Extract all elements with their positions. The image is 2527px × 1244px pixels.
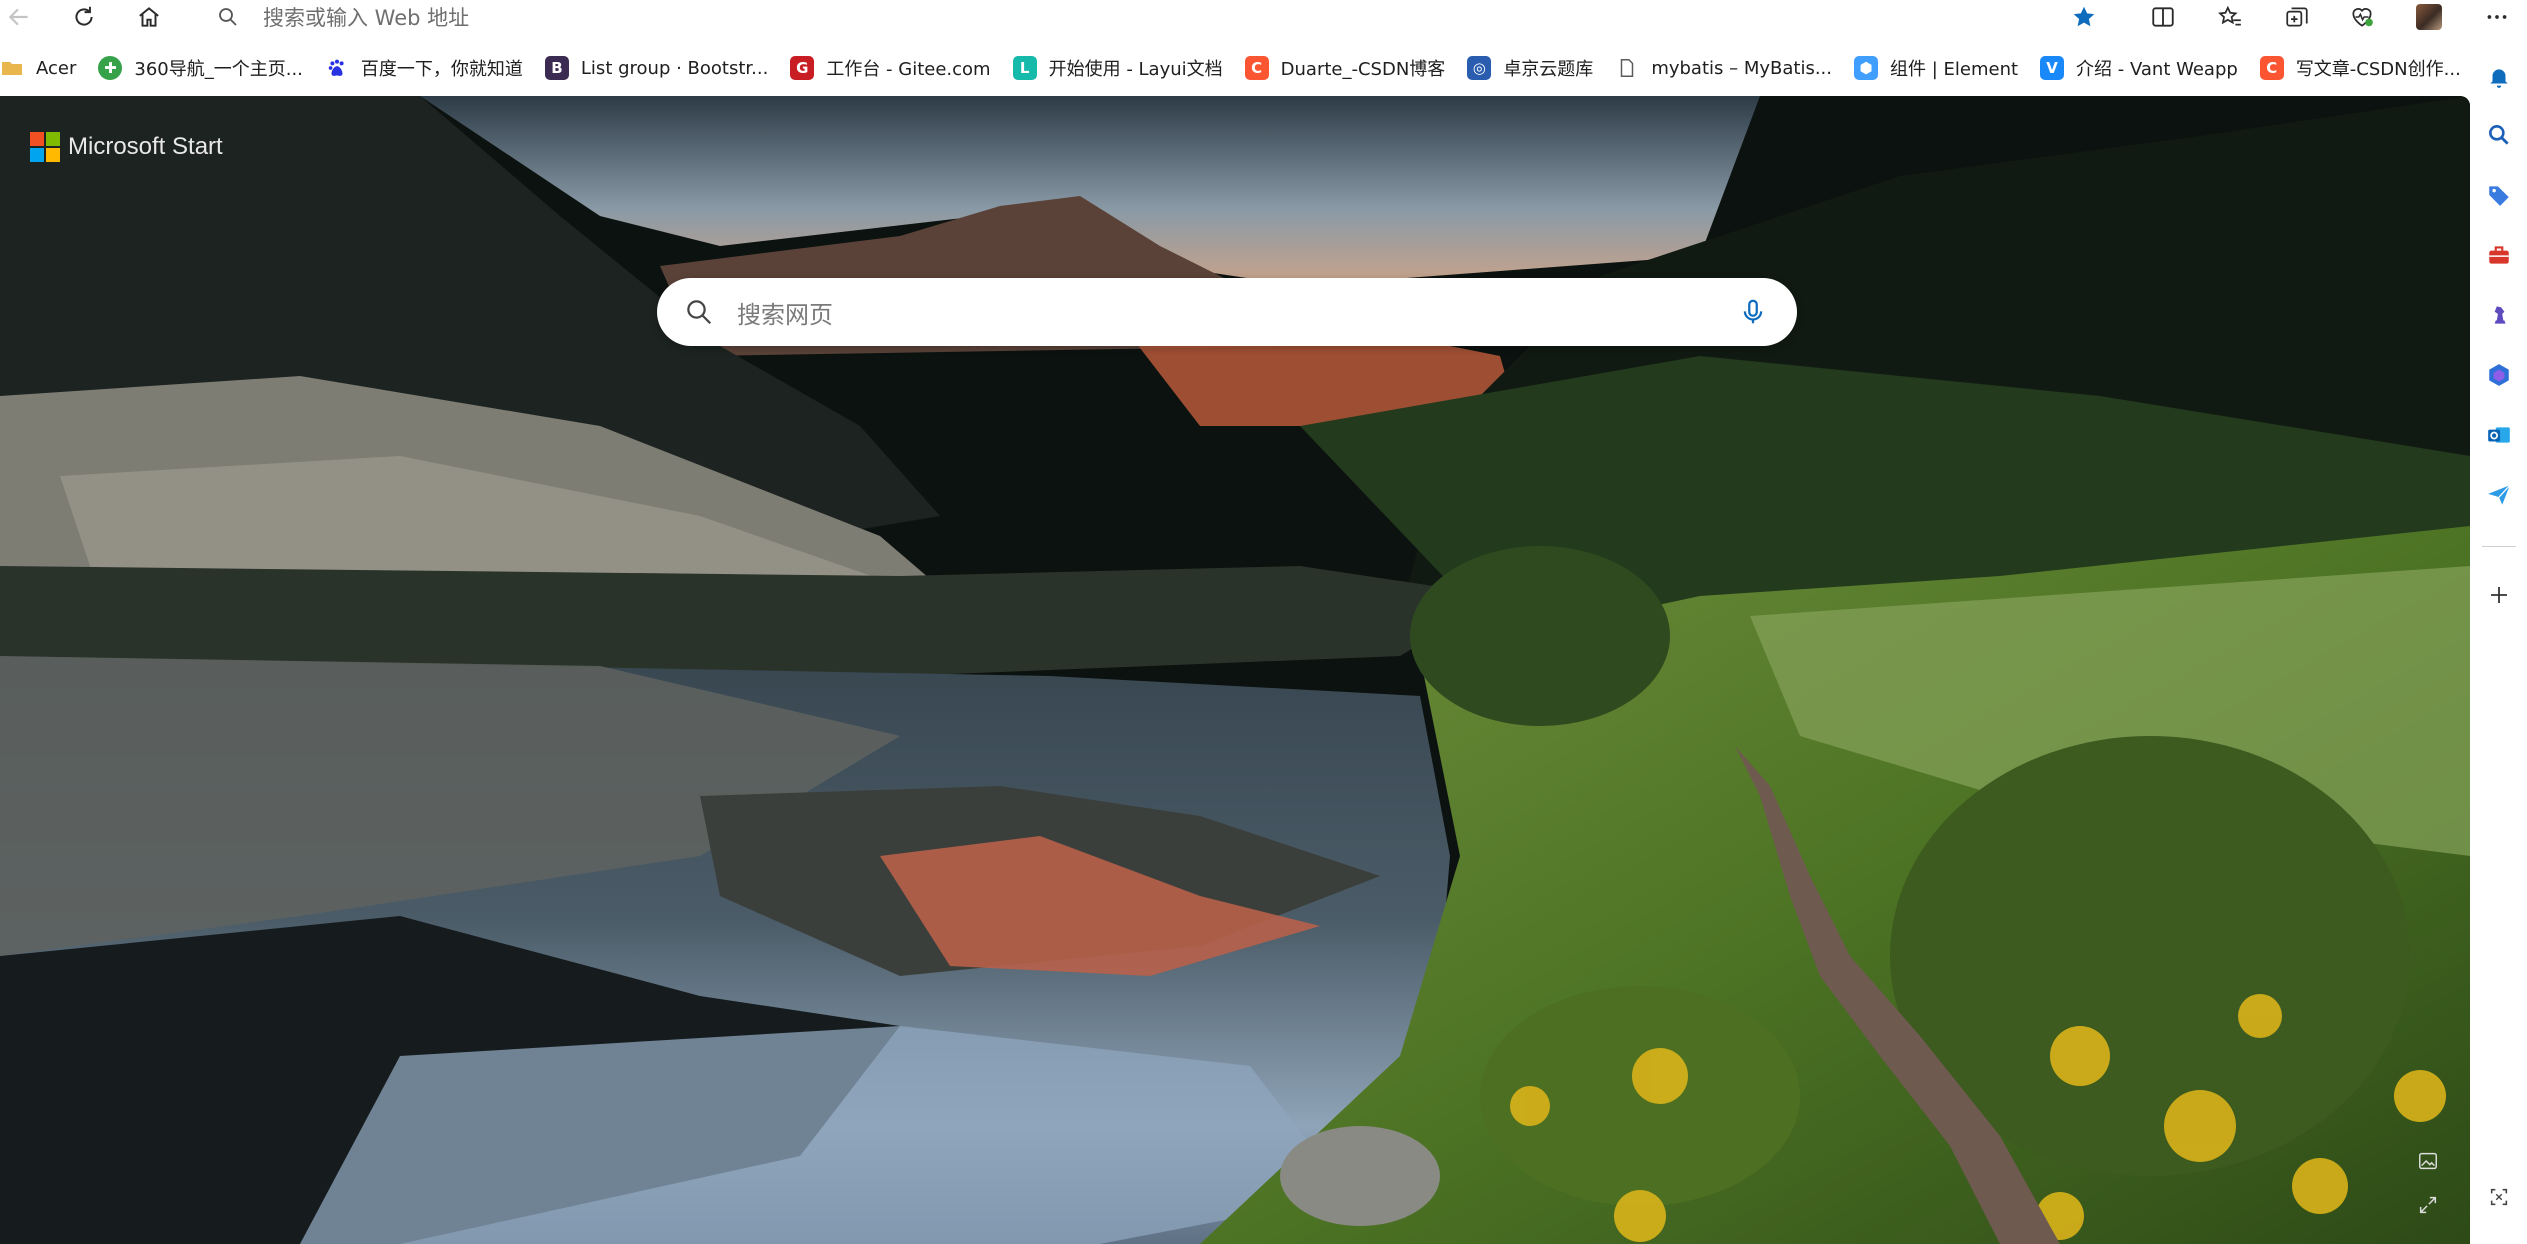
search-input[interactable]: 搜索网页 bbox=[737, 295, 1733, 330]
microphone-icon[interactable] bbox=[1733, 292, 1773, 332]
toolbox-icon bbox=[2489, 246, 2509, 264]
expand-icon bbox=[2419, 1196, 2437, 1214]
favorite-item[interactable]: G 工作台 - Gitee.com bbox=[790, 50, 991, 86]
favorite-star-button[interactable] bbox=[2069, 2, 2099, 32]
favorite-label: 卓京云题库 bbox=[1503, 59, 1594, 80]
image-icon bbox=[2419, 1152, 2437, 1170]
favorite-item[interactable]: ◎ 卓京云题库 bbox=[1467, 50, 1593, 86]
avatar bbox=[2416, 4, 2442, 30]
shopping-button[interactable] bbox=[2482, 178, 2516, 212]
paper-plane-icon bbox=[2488, 484, 2511, 505]
gitee-icon: G bbox=[790, 56, 815, 80]
add-sidebar-app-button[interactable] bbox=[2482, 578, 2516, 612]
globe-icon: ◎ bbox=[1467, 56, 1492, 80]
favorite-label: 写文章-CSDN创作... bbox=[2295, 59, 2461, 80]
favorite-item[interactable]: Acer bbox=[0, 50, 76, 86]
refresh-button[interactable] bbox=[69, 2, 99, 32]
settings-more-button[interactable] bbox=[2482, 2, 2512, 32]
sidebar-settings-button[interactable] bbox=[2482, 1180, 2516, 1214]
tag-icon bbox=[2489, 186, 2509, 206]
favorite-label: 360导航_一个主页... bbox=[134, 59, 303, 80]
favorite-label: 开始使用 - Layui文档 bbox=[1048, 59, 1223, 80]
browser-toolbar: 搜索或输入 Web 地址 bbox=[0, 0, 2527, 34]
csdn-icon: C bbox=[2259, 56, 2284, 80]
360-icon: ✚ bbox=[98, 56, 123, 80]
favorite-label: 工作台 - Gitee.com bbox=[826, 59, 991, 80]
favorite-item[interactable]: C 写文章-CSDN创作... bbox=[2259, 50, 2461, 86]
tools-button[interactable] bbox=[2482, 238, 2516, 272]
favorite-item[interactable]: L 开始使用 - Layui文档 bbox=[1012, 50, 1223, 86]
favorite-item[interactable]: ⬢ 组件 | Element bbox=[1854, 50, 2018, 86]
background-landscape-image bbox=[0, 96, 2470, 1244]
favorite-label: Acer bbox=[36, 57, 77, 79]
outlook-button[interactable] bbox=[2482, 418, 2516, 452]
element-icon: ⬢ bbox=[1854, 56, 1878, 80]
profile-button[interactable] bbox=[2414, 2, 2444, 32]
collections-button[interactable] bbox=[2282, 2, 2312, 32]
vant-icon: V bbox=[2040, 56, 2065, 80]
favorite-item[interactable]: ✚ 360导航_一个主页... bbox=[98, 50, 303, 86]
outlook-icon bbox=[2488, 427, 2510, 443]
sidebar-search-button[interactable] bbox=[2482, 118, 2516, 152]
favorite-label: List group · Bootstr... bbox=[580, 57, 769, 79]
favorites-button[interactable] bbox=[2215, 2, 2245, 32]
microsoft-365-button[interactable] bbox=[2482, 358, 2516, 392]
edge-sidebar bbox=[2470, 34, 2527, 1244]
baidu-paw-icon bbox=[325, 56, 349, 80]
back-button[interactable] bbox=[4, 2, 34, 32]
favorites-bar: Acer ✚ 360导航_一个主页... 百度一下，你就知道 B List group ·… bbox=[0, 50, 2470, 86]
split-screen-button[interactable] bbox=[2148, 2, 2178, 32]
collections-icon bbox=[2286, 7, 2308, 27]
favorite-label: Duarte_-CSDN博客 bbox=[1280, 59, 1446, 80]
bell-icon bbox=[2490, 69, 2508, 88]
star-filled-icon bbox=[2073, 6, 2095, 27]
favorite-item[interactable]: C Duarte_-CSDN博客 bbox=[1244, 50, 1446, 86]
favorite-item[interactable]: mybatis – MyBatis... bbox=[1615, 50, 1832, 86]
new-tab-page: Microsoft Start 搜索网页 bbox=[0, 96, 2470, 1244]
favorite-label: 百度一下，你就知道 bbox=[360, 59, 523, 80]
page-icon bbox=[1615, 56, 1639, 80]
layui-icon: L bbox=[1012, 56, 1037, 80]
address-input[interactable]: 搜索或输入 Web 地址 bbox=[263, 2, 469, 32]
home-icon bbox=[139, 7, 159, 27]
web-search-box[interactable]: 搜索网页 bbox=[657, 278, 1797, 346]
back-arrow-icon bbox=[8, 8, 28, 26]
bootstrap-icon: B bbox=[544, 56, 569, 80]
games-button[interactable] bbox=[2482, 298, 2516, 332]
folder-icon bbox=[0, 56, 24, 80]
address-bar[interactable]: 搜索或输入 Web 地址 bbox=[213, 2, 2053, 32]
chess-piece-icon bbox=[2494, 306, 2506, 324]
favorite-label: mybatis – MyBatis... bbox=[1651, 57, 1832, 79]
fullscreen-button[interactable] bbox=[2413, 1190, 2443, 1220]
csdn-icon: C bbox=[1244, 56, 1269, 80]
favorite-label: 组件 | Element bbox=[1890, 59, 2019, 80]
favorite-item[interactable]: V 介绍 - Vant Weapp bbox=[2040, 50, 2238, 86]
favorite-label: 介绍 - Vant Weapp bbox=[2076, 59, 2238, 80]
more-dots-icon bbox=[2487, 15, 2507, 19]
send-button[interactable] bbox=[2482, 478, 2516, 512]
sidebar-divider bbox=[2482, 546, 2516, 547]
search-icon bbox=[2489, 125, 2509, 145]
notifications-button[interactable] bbox=[2482, 60, 2516, 94]
refresh-icon bbox=[75, 6, 93, 26]
microsoft-logo-icon bbox=[30, 132, 60, 162]
search-icon bbox=[213, 2, 243, 32]
favorite-item[interactable]: B List group · Bootstr... bbox=[544, 50, 769, 86]
heart-pulse-icon bbox=[2352, 8, 2373, 27]
favorites-list-icon bbox=[2218, 5, 2241, 26]
split-screen-icon bbox=[2152, 7, 2174, 27]
brand-name: Microsoft Start bbox=[68, 133, 223, 160]
plus-icon bbox=[2491, 587, 2507, 603]
search-icon bbox=[679, 292, 719, 332]
browser-essentials-button[interactable] bbox=[2347, 2, 2377, 32]
microsoft-start-logo[interactable]: Microsoft Start bbox=[30, 132, 223, 162]
home-button[interactable] bbox=[134, 2, 164, 32]
office-icon bbox=[2489, 364, 2509, 386]
favorite-item[interactable]: 百度一下，你就知道 bbox=[325, 50, 523, 86]
screenshot-icon bbox=[2490, 1188, 2508, 1206]
image-info-button[interactable] bbox=[2413, 1146, 2443, 1176]
